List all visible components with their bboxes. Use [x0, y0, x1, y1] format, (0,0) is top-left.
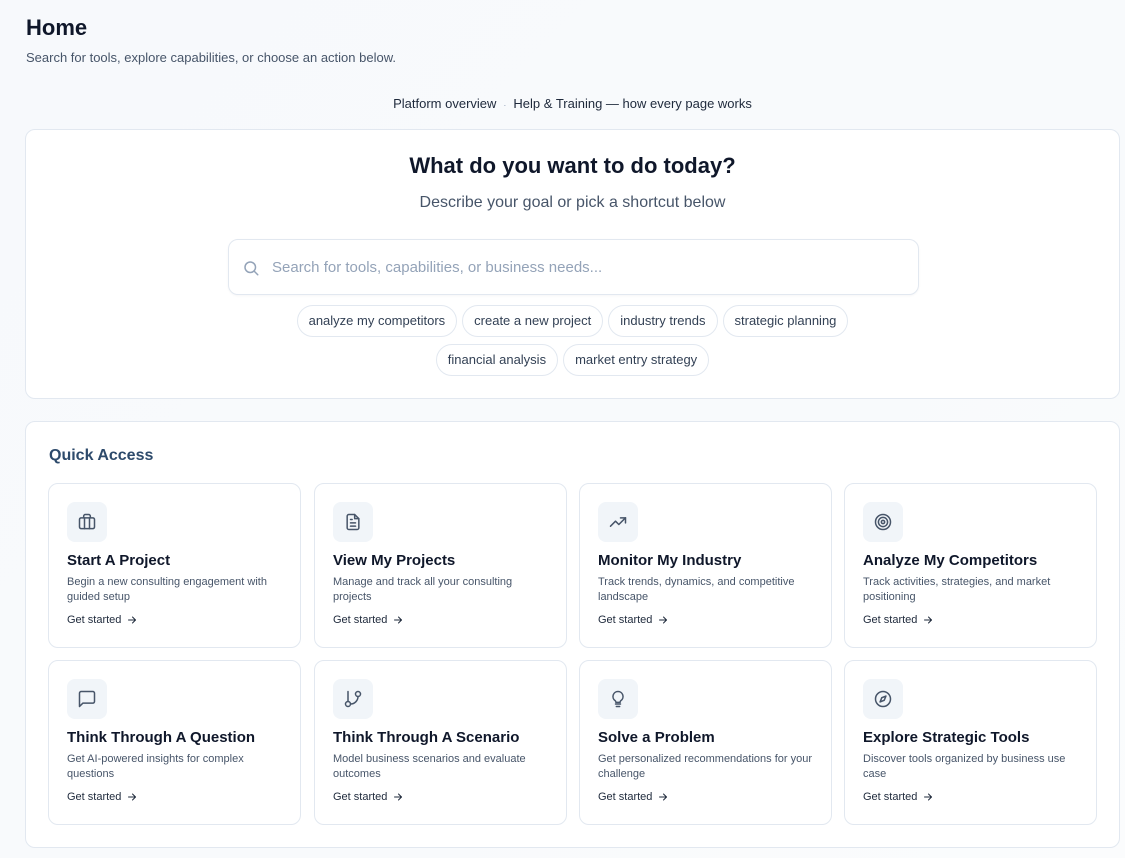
suggestion-chips-row-1: analyze my competitors create a new proje… — [26, 305, 1119, 337]
get-started-label: Get started — [598, 614, 653, 626]
card-description: Track trends, dynamics, and competitive … — [598, 576, 795, 603]
quick-access-panel: Quick Access Start A Project Begin a new… — [25, 421, 1120, 848]
card-description: Model business scenarios and evaluate ou… — [333, 753, 526, 780]
get-started-label: Get started — [67, 791, 122, 803]
quick-access-title: Quick Access — [49, 447, 154, 464]
get-started-label: Get started — [863, 614, 918, 626]
document-icon — [333, 502, 373, 542]
card-title: Solve a Problem — [598, 729, 715, 746]
get-started-label: Get started — [333, 791, 388, 803]
suggestion-chips-row-2: financial analysis market entry strategy — [26, 344, 1119, 376]
card-title: Think Through A Scenario — [333, 729, 520, 746]
arrow-right-icon — [394, 616, 403, 624]
search-icon — [244, 261, 259, 276]
card-explore-tools[interactable]: Explore Strategic Tools Discover tools o… — [844, 660, 1097, 825]
search-input[interactable] — [272, 240, 902, 294]
chip-financial-analysis[interactable]: financial analysis — [435, 344, 559, 376]
card-title: View My Projects — [333, 552, 456, 569]
arrow-right-icon — [924, 616, 933, 624]
get-started-link[interactable]: Get started — [67, 791, 138, 803]
arrow-right-icon — [394, 793, 403, 801]
get-started-link[interactable]: Get started — [333, 614, 404, 626]
arrow-right-icon — [128, 616, 137, 624]
arrow-right-icon — [659, 793, 668, 801]
get-started-label: Get started — [598, 791, 653, 803]
card-monitor-industry[interactable]: Monitor My Industry Track trends, dynami… — [579, 483, 832, 648]
arrow-right-icon — [659, 616, 668, 624]
compass-icon — [863, 679, 903, 719]
hero-subtitle: Describe your goal or pick a shortcut be… — [419, 194, 726, 211]
lightbulb-icon — [598, 679, 638, 719]
get-started-link[interactable]: Get started — [863, 614, 934, 626]
hero-panel: What do you want to do today? Describe y… — [25, 129, 1120, 399]
get-started-label: Get started — [333, 614, 388, 626]
card-title: Analyze My Competitors — [863, 552, 1038, 569]
chip-create-project[interactable]: create a new project — [462, 305, 604, 337]
card-analyze-competitors[interactable]: Analyze My Competitors Track activities,… — [844, 483, 1097, 648]
card-description: Track activities, strategies, and market… — [863, 576, 1051, 603]
page-subtitle: Search for tools, explore capabilities, … — [26, 50, 396, 65]
card-title: Start A Project — [67, 552, 171, 569]
chip-market-entry[interactable]: market entry strategy — [563, 344, 710, 376]
card-title: Explore Strategic Tools — [863, 729, 1030, 746]
card-description: Get personalized recommendations for you… — [598, 753, 812, 780]
get-started-label: Get started — [863, 791, 918, 803]
get-started-label: Get started — [67, 614, 122, 626]
target-icon — [863, 502, 903, 542]
briefcase-icon — [67, 502, 107, 542]
card-title: Think Through A Question — [67, 729, 256, 746]
platform-overview-link[interactable]: Platform overview — [393, 96, 496, 111]
get-started-link[interactable]: Get started — [67, 614, 138, 626]
card-description: Discover tools organized by business use… — [863, 753, 1066, 780]
card-think-scenario[interactable]: Think Through A Scenario Model business … — [314, 660, 567, 825]
card-title: Monitor My Industry — [598, 552, 742, 569]
card-description: Begin a new consulting engagement with g… — [67, 576, 267, 603]
arrow-right-icon — [128, 793, 137, 801]
card-start-project[interactable]: Start A Project Begin a new consulting e… — [48, 483, 301, 648]
get-started-link[interactable]: Get started — [863, 791, 934, 803]
card-description: Get AI-powered insights for complex ques… — [67, 753, 244, 780]
message-square-icon — [67, 679, 107, 719]
search-box[interactable] — [228, 239, 919, 295]
top-links: Platform overview · Help & Training — how … — [0, 96, 1125, 111]
trending-up-icon — [598, 502, 638, 542]
get-started-link[interactable]: Get started — [598, 791, 669, 803]
arrow-right-icon — [924, 793, 933, 801]
help-training-link[interactable]: Help & Training — how every page works — [513, 96, 751, 111]
chip-analyze-competitors[interactable]: analyze my competitors — [296, 305, 458, 337]
get-started-link[interactable]: Get started — [333, 791, 404, 803]
chip-industry-trends[interactable]: industry trends — [608, 305, 718, 337]
card-description: Manage and track all your consulting pro… — [333, 576, 513, 603]
card-think-question[interactable]: Think Through A Question Get AI-powered … — [48, 660, 301, 825]
git-branch-icon — [333, 679, 373, 719]
hero-title: What do you want to do today? — [409, 153, 736, 178]
link-separator: · — [503, 100, 507, 110]
get-started-link[interactable]: Get started — [598, 614, 669, 626]
card-view-projects[interactable]: View My Projects Manage and track all yo… — [314, 483, 567, 648]
card-solve-problem[interactable]: Solve a Problem Get personalized recomme… — [579, 660, 832, 825]
chip-strategic-planning[interactable]: strategic planning — [722, 305, 849, 337]
page-title: Home — [26, 15, 88, 40]
